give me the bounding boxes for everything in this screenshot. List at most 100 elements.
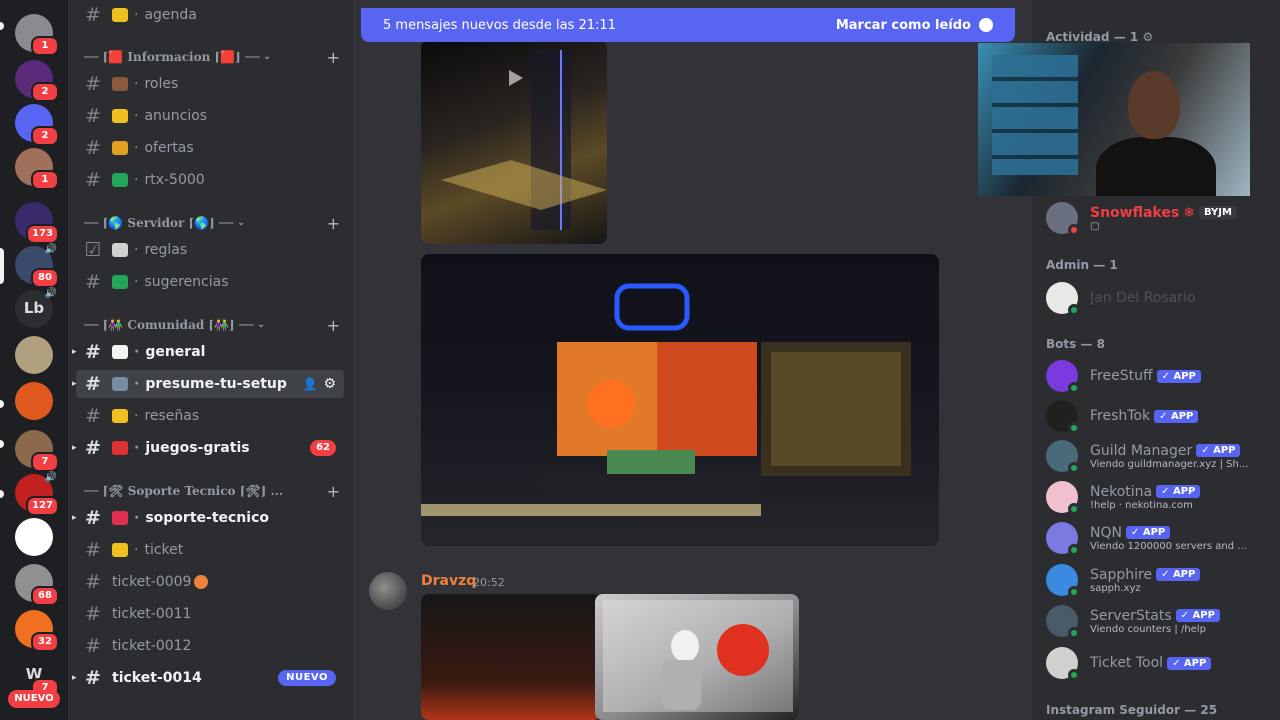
- channel-presume-tu-setup[interactable]: ▸ # · presume-tu-setup 👤 ⚙: [72, 370, 344, 398]
- server-icon[interactable]: 173: [15, 202, 59, 244]
- new-messages-banner[interactable]: 5 mensajes nuevos desde las 21:11 Marcar…: [361, 8, 1015, 42]
- unread-indicator: [0, 490, 4, 498]
- hash-icon: #: [85, 4, 101, 26]
- add-channel-icon[interactable]: +: [327, 316, 340, 335]
- hash-icon: #: [85, 405, 101, 427]
- channel-reseñas[interactable]: # · reseñas: [76, 402, 344, 430]
- member-freestuff[interactable]: FreeStuff ✓ APP: [1046, 356, 1272, 396]
- member-nekotina[interactable]: Nekotina ✓ APP !help · nekotina.com: [1046, 477, 1272, 517]
- hash-icon: #: [85, 667, 101, 689]
- gear-icon: ⚙: [1142, 30, 1154, 44]
- discord-server-icon[interactable]: 2: [15, 104, 59, 146]
- server-icon[interactable]: 1: [15, 148, 59, 190]
- server-icon[interactable]: 1: [15, 14, 59, 56]
- category-soporte[interactable]: ── ⌈🛠 Soporte Tecnico ⌈🛠⌋ ... +: [84, 480, 340, 502]
- server-icon[interactable]: 🔊 80: [15, 244, 59, 288]
- group-header: Admin — 1: [1046, 258, 1118, 272]
- selected-server-indicator: [0, 248, 4, 284]
- channel-label: sugerencias: [144, 274, 229, 290]
- status-online-icon: [1068, 422, 1080, 434]
- channel-juegos-gratis[interactable]: ▸ # · juegos-gratis 62: [72, 434, 344, 462]
- server-icon[interactable]: 32: [15, 610, 59, 652]
- channel-rtx-5000[interactable]: # · rtx-5000: [76, 166, 344, 194]
- expand-arrow-icon[interactable]: ▸: [72, 513, 77, 523]
- member-nqn[interactable]: NQN ✓ APP Viendo 1200000 servers and ...: [1046, 518, 1272, 558]
- gear-icon[interactable]: ⚙: [323, 376, 336, 392]
- server-icon[interactable]: W7: [15, 656, 59, 698]
- member-name: Ticket Tool: [1090, 655, 1164, 671]
- channel-ticket-0009[interactable]: # ticket-0009: [76, 568, 344, 596]
- server-icon[interactable]: [15, 518, 53, 556]
- new-servers-badge[interactable]: NUEVO: [8, 690, 60, 708]
- channel-label: agenda: [144, 7, 197, 23]
- mention-badge: 80: [31, 268, 59, 288]
- channel-soporte-tecnico[interactable]: ▸ # · soporte-tecnico: [72, 504, 344, 532]
- channel-emoji: [112, 543, 128, 557]
- add-channel-icon[interactable]: +: [327, 482, 340, 501]
- category-servidor[interactable]: ── ⌈🌎 Servidor ⌈🌎⌋ ── ⌄ +: [84, 212, 340, 234]
- channel-label: ofertas: [144, 140, 194, 156]
- member-admin[interactable]: Jan Del Rosario: [1046, 278, 1272, 318]
- hash-icon: #: [85, 539, 101, 561]
- status-dnd-icon: [1068, 224, 1080, 236]
- member-sapphire[interactable]: Sapphire ✓ APP sapph.xyz: [1046, 560, 1272, 600]
- member-guild-manager[interactable]: Guild Manager ✓ APP Viendo guildmanager.xy…: [1046, 436, 1272, 476]
- channel-reglas[interactable]: ☑ · reglas: [76, 236, 344, 264]
- category-informacion[interactable]: ── ⌈🟥 Informacion ⌈🟥⌋ ── ⌄ +: [84, 46, 340, 68]
- expand-arrow-icon[interactable]: ▸: [72, 347, 77, 357]
- channel-agenda[interactable]: # · agenda: [76, 1, 344, 29]
- member-serverstats[interactable]: ServerStats ✓ APP Viendo counters | /help: [1046, 601, 1272, 641]
- mark-as-read-button[interactable]: Marcar como leído: [836, 18, 993, 33]
- speaker-icon: 🔊: [44, 288, 57, 299]
- channel-ticket[interactable]: # · ticket: [76, 536, 344, 564]
- category-comunidad[interactable]: ── ⌈👫 Comunidad ⌈👫⌋ ── ⌄ +: [84, 314, 340, 336]
- server-icon[interactable]: [15, 336, 53, 374]
- channel-sugerencias[interactable]: # · sugerencias: [76, 268, 344, 296]
- add-channel-icon[interactable]: +: [327, 214, 340, 233]
- message-image-desk[interactable]: [421, 594, 601, 720]
- server-icon[interactable]: 68: [15, 564, 59, 606]
- channel-emoji: [112, 345, 128, 359]
- server-icon[interactable]: Lb 🔊: [15, 288, 57, 328]
- member-name: Nekotina: [1090, 483, 1153, 500]
- channel-label: anuncios: [144, 108, 208, 124]
- channel-anuncios[interactable]: # · anuncios: [76, 102, 344, 130]
- message-author[interactable]: Dravzq: [421, 573, 476, 589]
- server-icon[interactable]: 2: [15, 60, 59, 102]
- channel-ticket-0011[interactable]: # ticket-0011: [76, 600, 344, 628]
- expand-arrow-icon[interactable]: ▸: [72, 673, 77, 683]
- channel-general[interactable]: ▸ # · general: [72, 338, 344, 366]
- member-freshtok[interactable]: FreshTok ✓ APP: [1046, 396, 1272, 436]
- channel-ticket-0012[interactable]: # ticket-0012: [76, 632, 344, 660]
- channel-ofertas[interactable]: # · ofertas: [76, 134, 344, 162]
- add-channel-icon[interactable]: +: [327, 48, 340, 67]
- play-icon: [509, 70, 523, 86]
- avatar: [1046, 440, 1080, 474]
- server-icon[interactable]: 🔊 127: [15, 472, 59, 516]
- message-image-monitor[interactable]: [595, 594, 799, 720]
- channel-ticket-0014[interactable]: ▸ # ticket-0014 NUEVO: [72, 664, 344, 692]
- channel-label: ticket: [144, 542, 184, 558]
- member-snowflakes[interactable]: Snowflakes ❄ BYJM ▢: [1046, 198, 1272, 238]
- channel-roles[interactable]: # · roles: [76, 70, 344, 98]
- member-activity: sapph.xyz: [1090, 582, 1141, 594]
- hash-icon: #: [85, 373, 101, 395]
- avatar[interactable]: [369, 572, 407, 610]
- expand-arrow-icon[interactable]: ▸: [72, 443, 77, 453]
- expand-arrow-icon[interactable]: ▸: [72, 379, 77, 389]
- message-image-pc-case[interactable]: [421, 40, 607, 244]
- server-icon[interactable]: 7: [15, 430, 59, 472]
- server-icon[interactable]: [15, 382, 53, 420]
- guild-tag: BYJM: [1198, 206, 1237, 219]
- mark-read-icon: [979, 18, 993, 32]
- status-online-icon: [1068, 669, 1080, 681]
- new-messages-text: 5 mensajes nuevos desde las 21:11: [383, 17, 616, 33]
- invite-icon[interactable]: 👤: [302, 377, 317, 391]
- mention-badge: 32: [31, 632, 59, 652]
- message-image-setup[interactable]: [421, 254, 939, 546]
- member-ticket-tool[interactable]: Ticket Tool ✓ APP: [1046, 643, 1272, 683]
- member-name: FreeStuff: [1090, 368, 1153, 384]
- channel-sidebar: # · agenda ── ⌈🟥 Informacion ⌈🟥⌋ ── ⌄ + …: [68, 0, 353, 720]
- mention-badge: 2: [31, 82, 59, 102]
- hash-icon: #: [85, 603, 101, 625]
